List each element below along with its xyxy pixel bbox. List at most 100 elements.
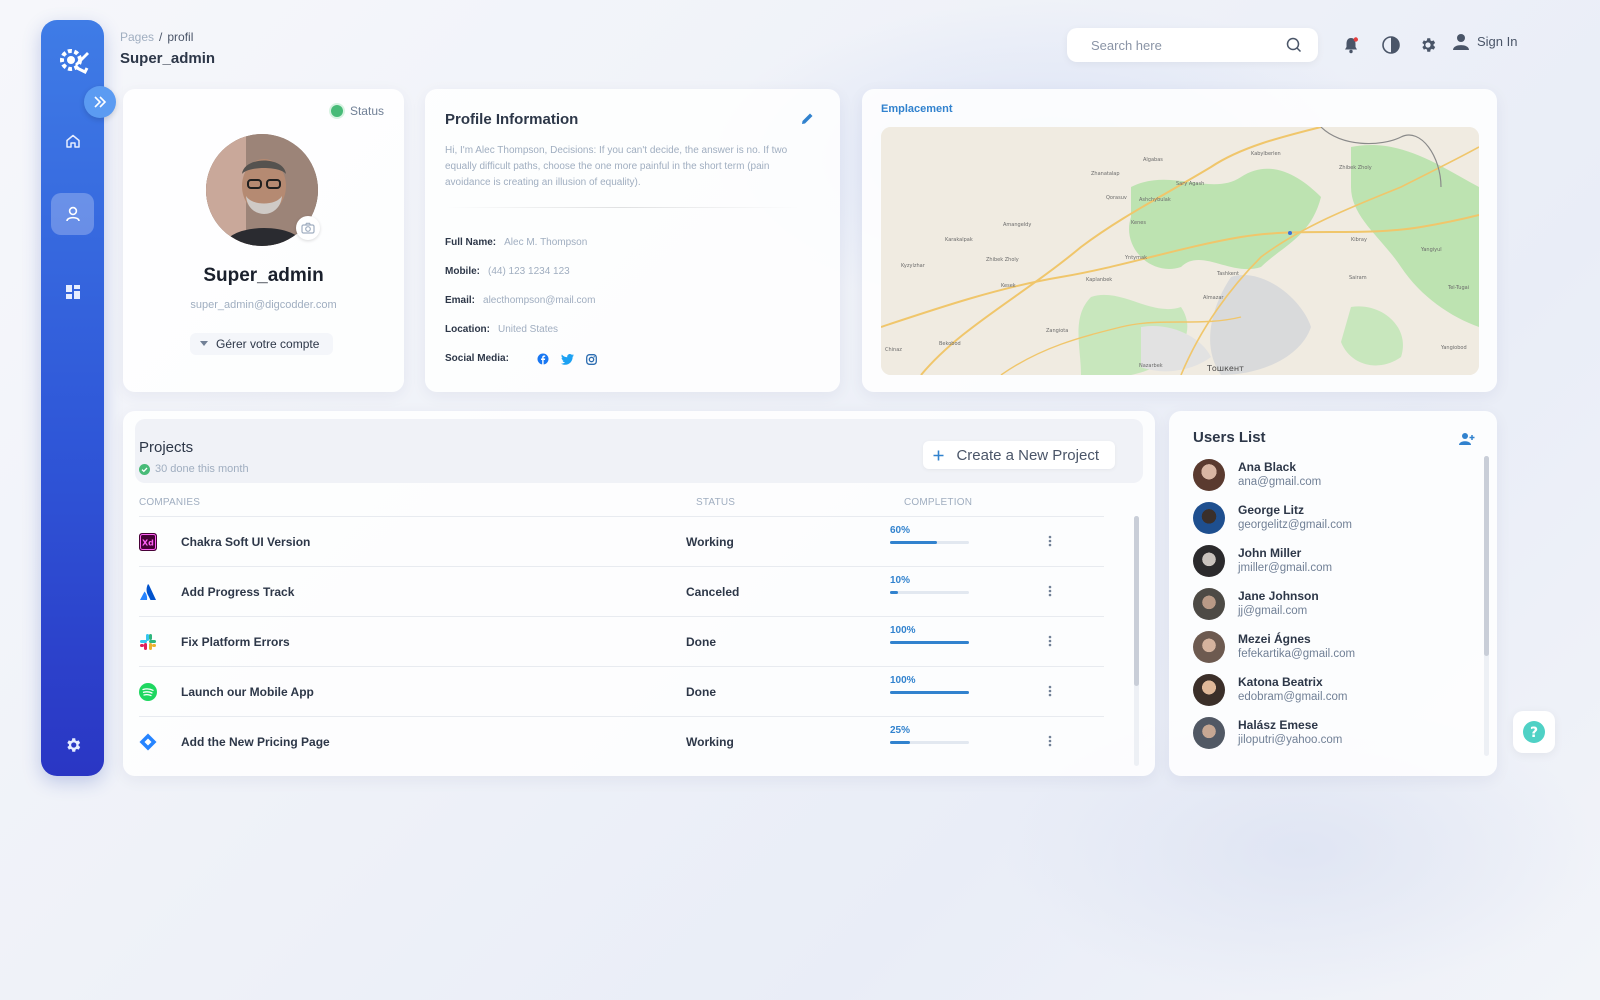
gear-icon: [1422, 38, 1436, 52]
logo-icon[interactable]: [53, 40, 93, 80]
projects-card: Projects 30 done this month Create a New…: [123, 411, 1155, 776]
chevrons-right-icon: [94, 96, 107, 108]
add-user-button[interactable]: [1457, 429, 1477, 449]
info-email: Email: alecthompson@mail.com: [445, 295, 596, 306]
sidebar-item-settings[interactable]: [51, 724, 94, 766]
progress-bar: [890, 591, 969, 594]
map-place-label: Bekobod: [939, 341, 961, 347]
user-name: George Litz: [1238, 503, 1305, 517]
grid-icon: [65, 285, 80, 299]
notifications-button[interactable]: [1341, 35, 1361, 55]
sidebar-toggle-button[interactable]: [84, 86, 116, 118]
twitter-icon[interactable]: [560, 353, 574, 365]
pencil-icon: [801, 113, 812, 124]
column-header-completion: COMPLETION: [904, 497, 973, 508]
search-box[interactable]: [1067, 28, 1318, 62]
table-row[interactable]: Add Progress Track Canceled 10%: [139, 566, 1104, 616]
row-actions-button[interactable]: [1043, 731, 1057, 751]
search-icon[interactable]: [1286, 37, 1302, 53]
table-row[interactable]: Launch our Mobile App Done 100%: [139, 666, 1104, 716]
profile-card: Status Super_admin super_admin@digcodder…: [123, 89, 404, 392]
row-actions-button[interactable]: [1043, 681, 1057, 701]
theme-toggle-button[interactable]: [1381, 35, 1401, 55]
more-vertical-icon: [1048, 535, 1052, 547]
map-view[interactable]: Algabas Zhanatalap Kabylberlen Zhibek Zh…: [881, 127, 1479, 375]
project-name: Chakra Soft UI Version: [181, 535, 311, 549]
breadcrumb-current: profil: [167, 30, 194, 44]
users-list-card: Users List Ana Black ana@gmail.com Georg…: [1169, 411, 1497, 776]
row-actions-button[interactable]: [1043, 531, 1057, 551]
help-button[interactable]: ?: [1513, 711, 1555, 753]
map-place-label: Amangeldy: [1003, 222, 1031, 228]
avatar: [1193, 674, 1225, 706]
settings-button[interactable]: [1418, 35, 1438, 55]
sidebar-item-profile[interactable]: [51, 193, 94, 235]
scrollbar-thumb[interactable]: [1134, 516, 1139, 686]
caret-down-icon: [200, 341, 208, 346]
manage-account-button[interactable]: Gérer votre compte: [190, 333, 334, 355]
row-actions-button[interactable]: [1043, 631, 1057, 651]
create-project-button[interactable]: Create a New Project: [923, 441, 1115, 469]
project-status: Working: [686, 735, 734, 749]
project-name: Add Progress Track: [181, 585, 295, 599]
map-place-label: Sary Agash: [1176, 181, 1204, 187]
users-scrollbar[interactable]: [1484, 456, 1489, 756]
map-place-label: Kibray: [1351, 237, 1367, 243]
status-indicator: Status: [330, 104, 384, 118]
map-place-label: Kabylberlen: [1251, 151, 1281, 157]
change-photo-button[interactable]: [296, 216, 320, 240]
facebook-icon[interactable]: [537, 353, 549, 365]
project-status: Canceled: [686, 585, 740, 599]
project-name: Launch our Mobile App: [181, 685, 314, 699]
user-plus-icon: [1459, 433, 1475, 445]
project-completion: 60%: [890, 525, 911, 536]
sidebar-item-dashboard[interactable]: [51, 271, 94, 313]
row-actions-button[interactable]: [1043, 581, 1057, 601]
help-icon: ?: [1523, 721, 1545, 743]
jira-icon: [139, 733, 157, 751]
map-label: Emplacement: [881, 103, 953, 115]
sign-in-button[interactable]: Sign In: [1453, 33, 1517, 50]
gear-icon: [66, 738, 80, 752]
column-header-companies: COMPANIES: [139, 497, 201, 508]
list-item[interactable]: Halász Emese jiloputri@yahoo.com: [1193, 715, 1473, 755]
profile-bio: Hi, I'm Alec Thompson, Decisions: If you…: [445, 145, 788, 188]
map-place-label: Qorasuv: [1106, 195, 1127, 201]
spotify-icon: [139, 683, 157, 701]
list-item[interactable]: Ana Black ana@gmail.com: [1193, 457, 1473, 497]
plus-icon: [933, 450, 944, 460]
edit-profile-button[interactable]: [794, 105, 820, 131]
scrollbar-thumb[interactable]: [1484, 456, 1489, 656]
avatar: [1193, 588, 1225, 620]
list-item[interactable]: Jane Johnson jj@gmail.com: [1193, 586, 1473, 626]
status-label: Status: [349, 104, 384, 118]
table-row[interactable]: Fix Platform Errors Done 100%: [139, 616, 1104, 666]
map-place-label: Algabas: [1143, 157, 1163, 163]
divider: [445, 207, 800, 208]
slack-icon: [139, 633, 157, 651]
projects-scrollbar[interactable]: [1134, 516, 1139, 766]
info-mobile: Mobile: (44) 123 1234 123: [445, 266, 570, 277]
list-item[interactable]: Katona Beatrix edobram@gmail.com: [1193, 672, 1473, 712]
info-full-name: Full Name: Alec M. Thompson: [445, 237, 588, 248]
list-item[interactable]: John Miller jmiller@gmail.com: [1193, 543, 1473, 583]
progress-fill: [890, 641, 969, 644]
search-input[interactable]: [1091, 37, 1286, 53]
list-item[interactable]: George Litz georgelitz@gmail.com: [1193, 500, 1473, 540]
breadcrumb: Pages / profil: [120, 30, 194, 44]
breadcrumb-root[interactable]: Pages: [120, 30, 154, 44]
more-vertical-icon: [1048, 735, 1052, 747]
table-row[interactable]: Add the New Pricing Page Working 25%: [139, 716, 1104, 766]
table-row[interactable]: Xd Chakra Soft UI Version Working 60%: [139, 516, 1104, 566]
list-item[interactable]: Mezei Ágnes fefekartika@gmail.com: [1193, 629, 1473, 669]
sidebar-item-home[interactable]: [51, 120, 94, 162]
xd-icon: Xd: [139, 533, 157, 551]
user-email: jiloputri@yahoo.com: [1238, 734, 1343, 746]
progress-fill: [890, 741, 910, 744]
map-place-label: Almazar: [1203, 295, 1224, 301]
avatar: [1193, 631, 1225, 663]
user-name: Mezei Ágnes: [1238, 632, 1311, 646]
user-name: Katona Beatrix: [1238, 675, 1323, 689]
instagram-icon[interactable]: [585, 353, 597, 365]
avatar: [1193, 717, 1225, 749]
